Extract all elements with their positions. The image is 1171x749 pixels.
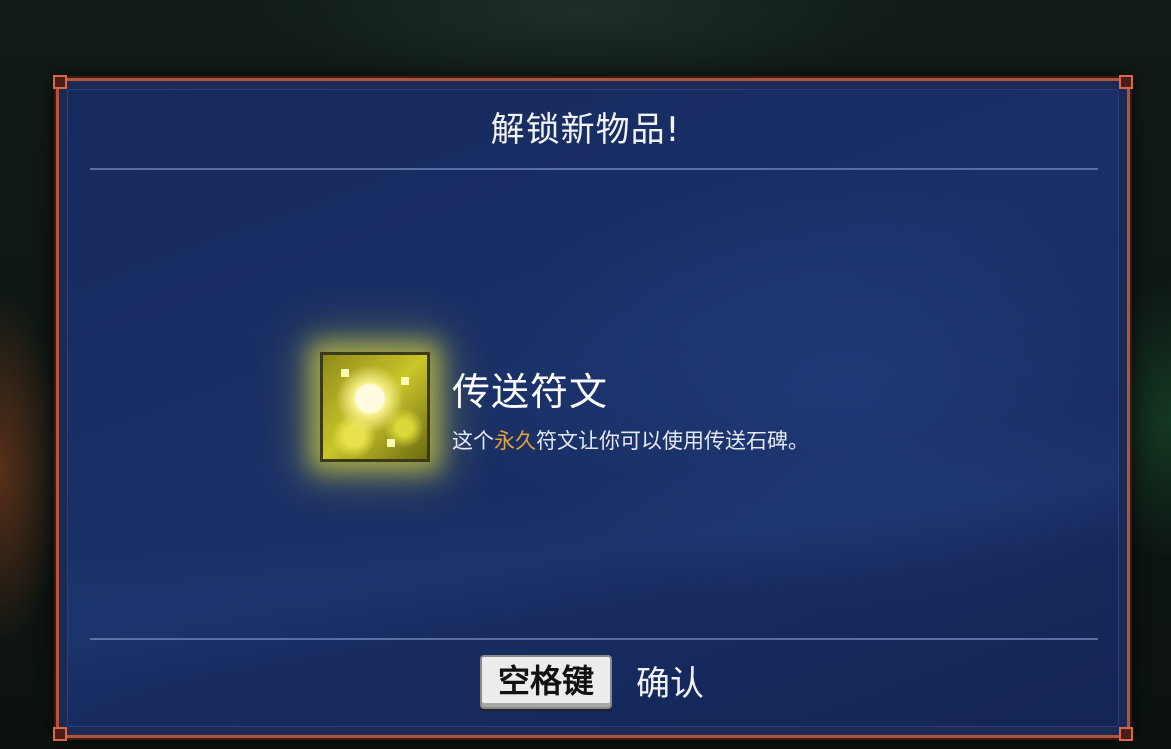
game-screen: 解锁新物品! 传送符文 这个永久符文让你可以使用传送石碑。 空格键 确认	[0, 0, 1171, 749]
confirm-label[interactable]: 确认	[636, 660, 704, 708]
description-text: 符文让你可以使用传送石碑。	[536, 429, 809, 453]
frame-corner-ornament	[53, 727, 67, 741]
teleport-rune-icon	[320, 352, 430, 462]
frame-corner-ornament	[1119, 727, 1133, 741]
footer-divider	[90, 638, 1098, 640]
frame-corner-ornament	[53, 75, 67, 89]
dialog-title: 解锁新物品!	[490, 110, 681, 150]
title-divider	[90, 168, 1098, 170]
spacebar-key-prompt[interactable]: 空格键	[480, 655, 612, 709]
sparkle-icon	[341, 369, 349, 377]
sparkle-icon	[387, 439, 395, 447]
item-description: 这个永久符文让你可以使用传送石碑。	[452, 425, 809, 457]
sparkle-icon	[401, 377, 409, 385]
description-text: 这个	[452, 429, 494, 453]
item-name: 传送符文	[452, 370, 609, 414]
frame-corner-ornament	[1119, 75, 1133, 89]
description-highlight: 永久	[494, 429, 536, 453]
